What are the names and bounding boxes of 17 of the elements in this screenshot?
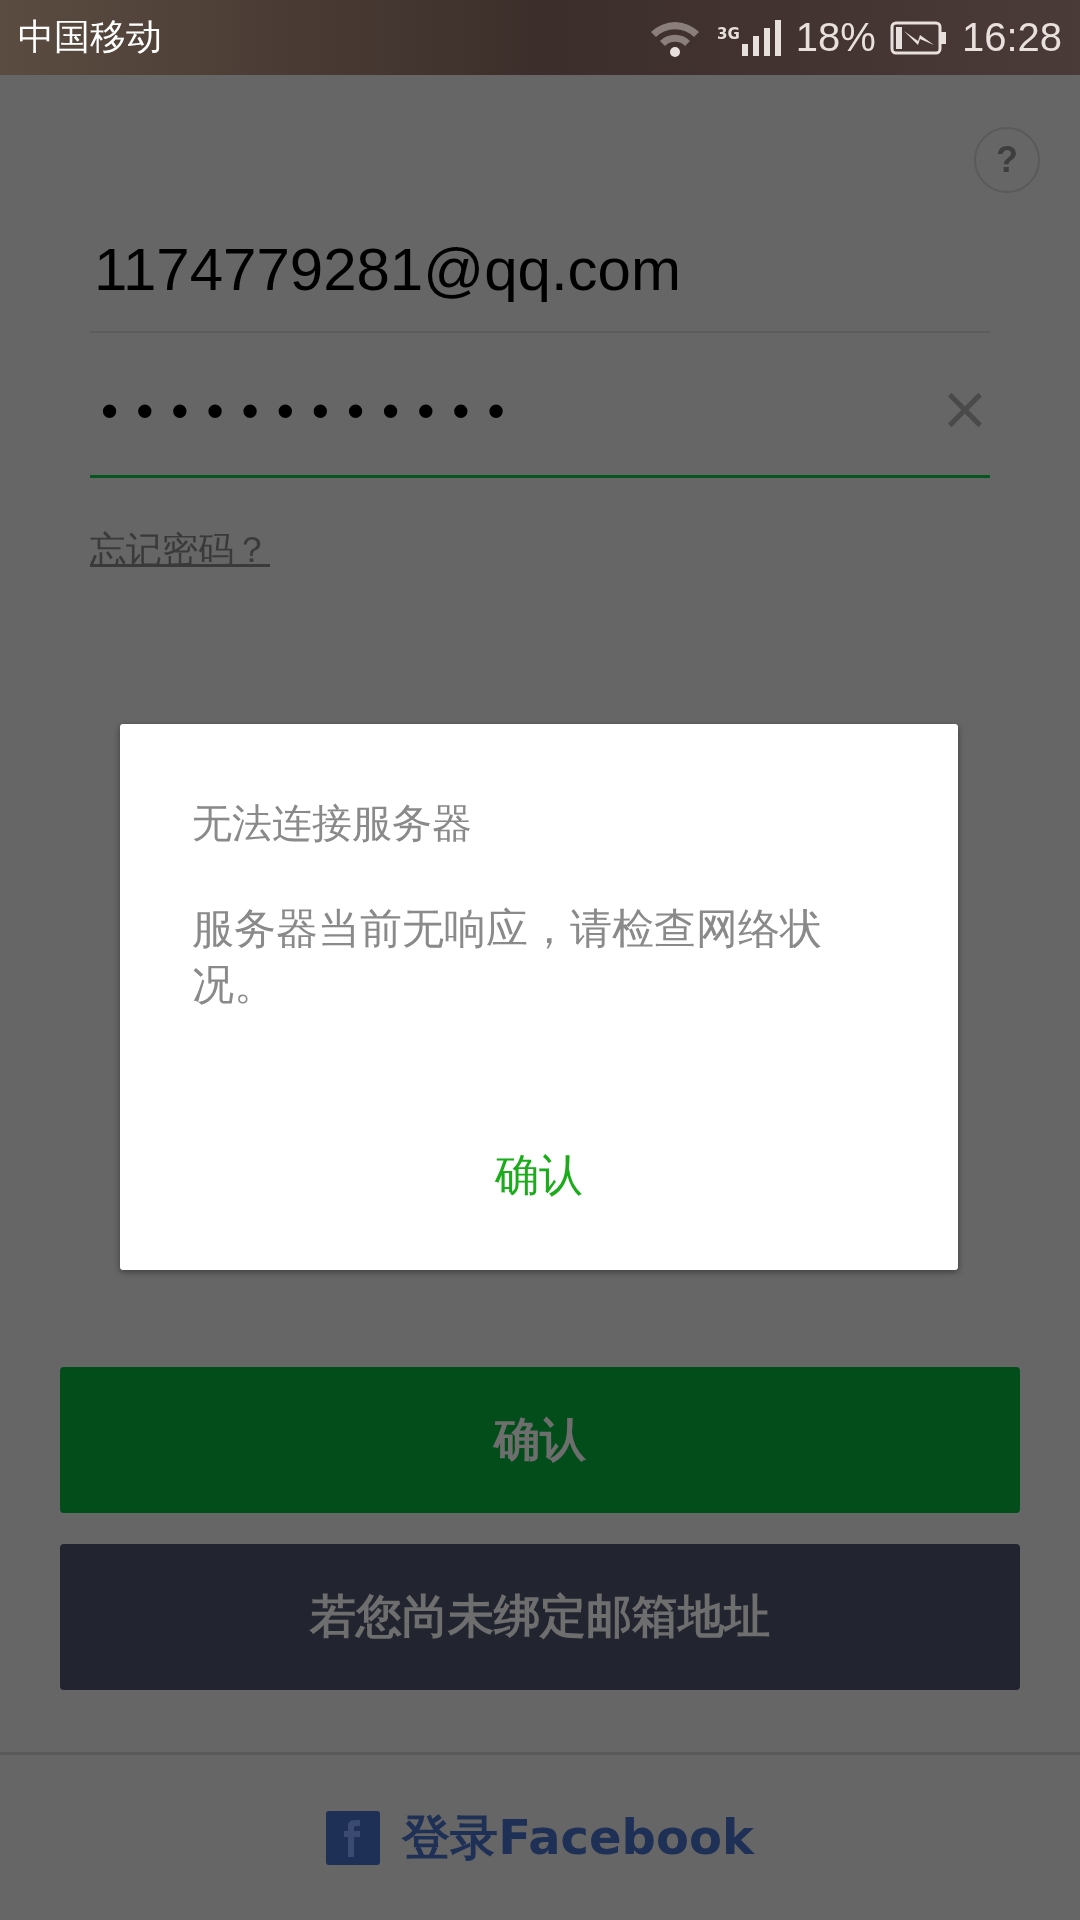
battery-percent: 18% (795, 15, 876, 60)
help-button[interactable]: ? (974, 127, 1040, 193)
clear-button[interactable]: × (939, 378, 990, 438)
dialog-message: 服务器当前无响应，请检查网络状况。 (192, 903, 823, 1011)
facebook-login-button[interactable]: 登录Facebook (402, 1805, 754, 1870)
dialog-title: 无法连接服务器 (192, 799, 473, 848)
email-field[interactable]: 1174779281@qq.com (90, 207, 990, 333)
dialog-ok-button[interactable]: 确认 (489, 1145, 589, 1206)
network-type: 3G (717, 25, 740, 43)
password-field[interactable]: •••••••••••• × (90, 351, 990, 478)
clock: 16:28 (961, 15, 1062, 60)
facebook-logo-icon (326, 1810, 381, 1865)
signal-icon (741, 19, 782, 56)
bind-email-button[interactable]: 若您尚未绑定邮箱地址 (60, 1544, 1020, 1690)
confirm-button[interactable]: 确认 (60, 1367, 1020, 1513)
carrier-name: 中国移动 (18, 15, 162, 59)
battery-charging-icon (889, 20, 948, 55)
